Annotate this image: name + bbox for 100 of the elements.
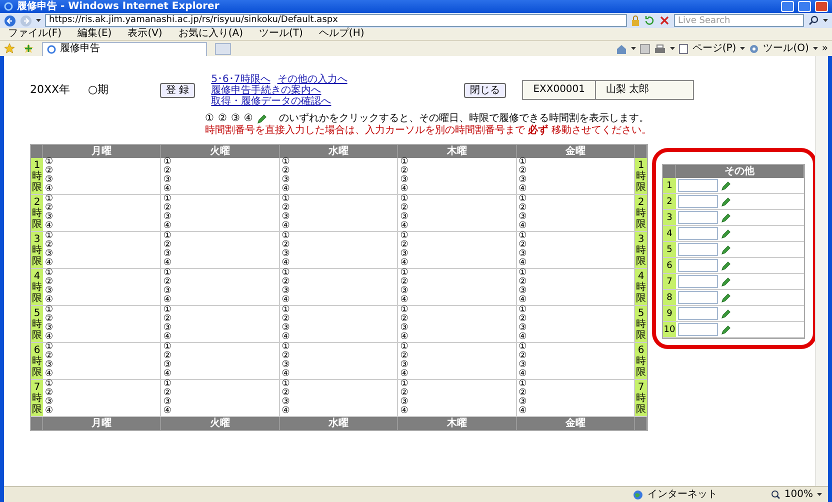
slot-number[interactable]: ① [518,269,527,278]
slot-number[interactable]: ② [400,315,408,324]
slot-number[interactable]: ③ [518,250,527,259]
slot-number[interactable]: ② [163,167,172,176]
slot-number[interactable]: ② [45,352,54,361]
slot-number[interactable]: ② [45,389,54,398]
slot-number[interactable]: ① [282,380,290,389]
slot-number[interactable]: ③ [400,176,408,185]
new-tab-button[interactable] [215,42,231,54]
slot-number[interactable]: ② [163,241,172,250]
slot-number[interactable]: ② [282,352,290,361]
slot-number[interactable]: ③ [518,287,527,296]
slot-number[interactable]: ③ [163,287,172,296]
slot-number[interactable]: ④ [163,259,172,268]
slot-number[interactable]: ③ [282,324,290,333]
slot-number[interactable]: ② [400,389,408,398]
slot-number[interactable]: ① [163,306,172,315]
slot-number[interactable]: ① [282,232,290,241]
slot-number[interactable]: ② [163,204,172,213]
number-input[interactable] [678,195,718,208]
slot-number[interactable]: ③ [45,176,54,185]
print-icon[interactable] [654,44,666,54]
slot-number[interactable]: ① [45,306,54,315]
slot-number[interactable]: ① [400,158,408,167]
nav-link[interactable]: 5･6･7時限へ [211,74,270,84]
slot-number[interactable]: ③ [400,324,408,333]
slot-number[interactable]: ② [163,352,172,361]
close-page-button[interactable]: 閉じる [464,82,506,98]
slot-number[interactable]: ④ [282,185,290,194]
slot-number[interactable]: ② [518,389,527,398]
menu-item[interactable]: お気に入り(A) [178,28,243,40]
register-button[interactable]: 登 録 [160,82,196,98]
slot-number[interactable]: ① [45,158,54,167]
slot-number[interactable]: ③ [400,361,408,370]
slot-number[interactable]: ① [518,158,527,167]
slot-number[interactable]: ④ [282,333,290,342]
slot-number[interactable]: ① [282,158,290,167]
number-input[interactable] [678,211,718,224]
slot-number[interactable]: ② [163,278,172,287]
slot-number[interactable]: ③ [400,287,408,296]
slot-number[interactable]: ① [400,380,408,389]
slot-number[interactable]: ③ [45,398,54,407]
nav-link[interactable]: 取得・履修データの確認へ [211,96,332,106]
slot-number[interactable]: ③ [518,324,527,333]
slot-number[interactable]: ③ [163,176,172,185]
slot-number[interactable]: ③ [400,398,408,407]
slot-number[interactable]: ① [163,380,172,389]
slot-number[interactable]: ② [282,167,290,176]
slot-number[interactable]: ④ [45,407,54,416]
slot-number[interactable]: ④ [400,185,408,194]
number-input[interactable] [678,179,718,192]
star-icon[interactable] [4,43,15,54]
slot-number[interactable]: ④ [400,333,408,342]
slot-number[interactable]: ① [282,343,290,352]
slot-number[interactable]: ③ [163,361,172,370]
slot-number[interactable]: ① [518,343,527,352]
slot-number[interactable]: ④ [163,185,172,194]
slot-number[interactable]: ④ [163,333,172,342]
slot-number[interactable]: ④ [518,222,527,231]
slot-number[interactable]: ③ [163,213,172,222]
slot-number[interactable]: ② [282,278,290,287]
slot-number[interactable]: ① [163,343,172,352]
slot-number[interactable]: ② [282,204,290,213]
back-icon[interactable] [4,14,16,26]
stop-icon[interactable] [659,15,670,26]
tools-menu[interactable]: ツール(O) [763,42,809,54]
slot-number[interactable]: ② [45,315,54,324]
slot-number[interactable]: ③ [163,250,172,259]
slot-number[interactable]: ③ [282,398,290,407]
forward-icon[interactable] [20,14,32,26]
slot-number[interactable]: ④ [518,296,527,305]
slot-number[interactable]: ① [400,269,408,278]
slot-number[interactable]: ① [282,269,290,278]
slot-number[interactable]: ① [518,232,527,241]
slot-number[interactable]: ① [400,343,408,352]
slot-number[interactable]: ④ [518,333,527,342]
slot-number[interactable]: ② [282,315,290,324]
slot-number[interactable]: ④ [400,222,408,231]
slot-number[interactable]: ③ [282,287,290,296]
slot-number[interactable]: ② [45,167,54,176]
slot-number[interactable]: ① [400,232,408,241]
slot-number[interactable]: ② [518,204,527,213]
browser-tab[interactable]: 履修申告 [42,42,207,56]
slot-number[interactable]: ② [400,167,408,176]
slot-number[interactable]: ④ [45,222,54,231]
maximize-button[interactable] [798,1,811,12]
slot-number[interactable]: ① [45,232,54,241]
slot-number[interactable]: ③ [45,324,54,333]
number-input[interactable] [678,243,718,256]
slot-number[interactable]: ③ [282,176,290,185]
search-field[interactable]: Live Search [674,14,804,27]
slot-number[interactable]: ④ [45,296,54,305]
slot-number[interactable]: ② [45,204,54,213]
zoom-icon[interactable] [771,490,780,499]
slot-number[interactable]: ② [163,389,172,398]
slot-number[interactable]: ③ [282,250,290,259]
zoom-level[interactable]: 100% [784,488,813,500]
number-input[interactable] [678,275,718,288]
slot-number[interactable]: ② [400,241,408,250]
slot-number[interactable]: ④ [518,370,527,379]
